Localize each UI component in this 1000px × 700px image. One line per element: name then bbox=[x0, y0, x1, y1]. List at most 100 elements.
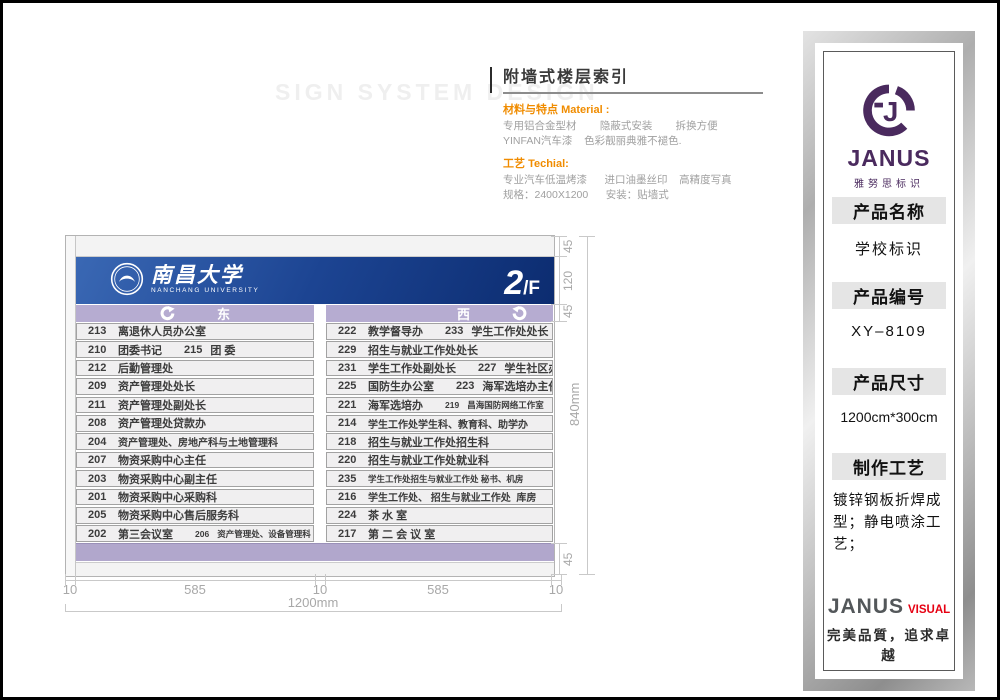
room-name: 第三会议室 bbox=[118, 526, 173, 542]
product-size-label: 产品尺寸 bbox=[832, 368, 946, 395]
janus-logo: J JANUS 雅努思标识 bbox=[824, 76, 954, 190]
dim-line bbox=[65, 580, 561, 581]
directory-row: 229招生与就业工作处处长 bbox=[326, 341, 553, 358]
dim-label-10: 10 bbox=[55, 582, 85, 597]
room-name: 资产管理处、房地产科与土地管理科 bbox=[118, 434, 278, 449]
tagline: 完美品質，追求卓越 bbox=[824, 624, 954, 664]
directory-row: 231学生工作处副处长227学生社区办 bbox=[326, 360, 553, 377]
dim-label-total-height: 840mm bbox=[567, 369, 582, 439]
room-name: 资产管理处贷款办 bbox=[118, 415, 206, 431]
dim-tick bbox=[579, 236, 595, 237]
west-label: 西 bbox=[457, 304, 470, 323]
svg-text:J: J bbox=[883, 96, 898, 127]
directory-row: 212后勤管理处 bbox=[76, 360, 314, 377]
room-name: 物资采购中心采购科 bbox=[118, 489, 217, 505]
room-name: 昌海国防网络工作室 bbox=[467, 399, 544, 411]
room-number: 201 bbox=[88, 491, 118, 503]
janus-visual-suffix: VISUAL bbox=[908, 604, 950, 616]
university-logo: 南昌大学 NANCHANG UNIVERSITY bbox=[110, 262, 259, 296]
dim-tick bbox=[551, 256, 567, 257]
directory-row: 235学生工作处招生与就业工作处 秘书、机房 bbox=[326, 470, 553, 487]
room-number: 218 bbox=[338, 436, 368, 448]
room-number: 210 bbox=[88, 344, 118, 356]
room-number: 206 bbox=[195, 529, 209, 539]
directory-row: 203物资采购中心副主任 bbox=[76, 470, 314, 487]
dim-label-45-top: 45 bbox=[561, 236, 576, 256]
room-number: 225 bbox=[338, 380, 368, 392]
room-number: 207 bbox=[88, 454, 118, 466]
room-name: 国防生办公室 bbox=[368, 378, 434, 394]
floor-number-big: 2 bbox=[504, 264, 523, 303]
dim-label-120: 120 bbox=[561, 259, 576, 303]
east-label: 东 bbox=[217, 304, 230, 323]
room-number: 220 bbox=[338, 454, 368, 466]
room-number: 231 bbox=[338, 362, 368, 374]
room-number: 214 bbox=[338, 417, 368, 429]
tech-line: 规格：2400X1200 安装：贴墙式 bbox=[503, 188, 775, 203]
room-number: 222 bbox=[338, 325, 368, 337]
room-number: 213 bbox=[88, 325, 118, 337]
room-name: 学生工作处副处长 bbox=[368, 360, 456, 376]
product-name-value: 学校标识 bbox=[824, 238, 954, 259]
product-info-panel: J JANUS 雅努思标识 产品名称 学校标识 产品编号 XY–8109 产品尺… bbox=[823, 51, 955, 671]
sign-footer-bar bbox=[76, 543, 554, 561]
room-name: 资产管理处处长 bbox=[118, 378, 195, 394]
floor-number-suffix: /F bbox=[523, 278, 540, 300]
directory-row: 211资产管理处副处长 bbox=[76, 397, 314, 414]
directory-row: 202第三会议室206资产管理处、设备管理科 bbox=[76, 525, 314, 542]
directory-row: 207物资采购中心主任 bbox=[76, 452, 314, 469]
room-name: 团 委 bbox=[210, 342, 235, 358]
dim-label-10: 10 bbox=[541, 582, 571, 597]
sign-top-rail bbox=[76, 236, 554, 257]
room-number: 223 bbox=[456, 380, 474, 392]
directory-row: 225国防生办公室223海军选培办主任 bbox=[326, 378, 553, 395]
university-name-cn: 南昌大学 bbox=[151, 264, 259, 286]
room-name: 第 二 会 议 室 bbox=[368, 526, 435, 542]
dim-label-45-bar: 45 bbox=[561, 302, 576, 321]
room-name: 招生与就业工作处处长 bbox=[368, 342, 478, 358]
room-name: 招生与就业工作处就业科 bbox=[368, 452, 489, 468]
room-name: 海军选培办 bbox=[368, 397, 423, 413]
directory-row: 213离退休人员办公室 bbox=[76, 323, 314, 340]
sign-header: 南昌大学 NANCHANG UNIVERSITY 2 /F bbox=[76, 257, 554, 304]
room-name: 学生社区办 bbox=[504, 360, 553, 376]
tech-label: 工艺 bbox=[503, 158, 525, 170]
room-name: 物资采购中心售后服务科 bbox=[118, 507, 239, 523]
directory-row: 201物资采购中心采购科 bbox=[76, 489, 314, 506]
room-number: 203 bbox=[88, 473, 118, 485]
sidebar-frame: J JANUS 雅努思标识 产品名称 学校标识 产品编号 XY–8109 产品尺… bbox=[803, 31, 975, 691]
directory-row: 217第 二 会 议 室 bbox=[326, 525, 553, 542]
craft-value: 镀锌钢板折焊成型；静电喷涂工艺； bbox=[833, 490, 948, 556]
room-number: 205 bbox=[88, 509, 118, 521]
room-name: 后勤管理处 bbox=[118, 360, 173, 376]
material-line: YINFAN汽车漆 色彩靓丽典雅不褪色. bbox=[503, 134, 775, 149]
room-name: 物资采购中心主任 bbox=[118, 452, 206, 468]
room-number: 217 bbox=[338, 528, 368, 540]
room-name: 资产管理处、设备管理科 bbox=[217, 528, 311, 540]
sign-left-rail bbox=[66, 236, 76, 576]
room-name: 离退休人员办公室 bbox=[118, 323, 206, 339]
directory-row: 210团委书记215团 委 bbox=[76, 341, 314, 358]
sign-mockup: 南昌大学 NANCHANG UNIVERSITY 2 /F 东 西 213 bbox=[65, 235, 555, 577]
room-number: 235 bbox=[338, 473, 368, 485]
janus-visual-brand: JANUS bbox=[828, 595, 904, 618]
room-number: 209 bbox=[88, 380, 118, 392]
floor-number: 2 /F bbox=[504, 264, 540, 303]
directory-row: 218招生与就业工作处招生科 bbox=[326, 433, 553, 450]
room-number: 211 bbox=[88, 399, 118, 411]
spec-divider bbox=[490, 67, 492, 93]
room-number: 229 bbox=[338, 344, 368, 356]
product-name-label: 产品名称 bbox=[832, 197, 946, 224]
directory-row: 214学生工作处学生科、教育科、助学办 bbox=[326, 415, 553, 432]
room-name: 学生工作处、 招生与就业工作处 库房 bbox=[368, 489, 536, 504]
room-number: 204 bbox=[88, 436, 118, 448]
material-line: 专用铝合金型材 隐蔽式安装 拆换方便 bbox=[503, 119, 775, 134]
directory-row: 216学生工作处、 招生与就业工作处 库房 bbox=[326, 489, 553, 506]
product-code-value: XY–8109 bbox=[824, 323, 954, 340]
directory-row: 205物资采购中心售后服务科 bbox=[76, 507, 314, 524]
counterclockwise-arrow-icon bbox=[160, 306, 175, 321]
directory-row: 209资产管理处处长 bbox=[76, 378, 314, 395]
directory-row: 204资产管理处、房地产科与土地管理科 bbox=[76, 433, 314, 450]
dim-tick bbox=[551, 321, 567, 322]
product-code-label: 产品编号 bbox=[832, 282, 946, 309]
